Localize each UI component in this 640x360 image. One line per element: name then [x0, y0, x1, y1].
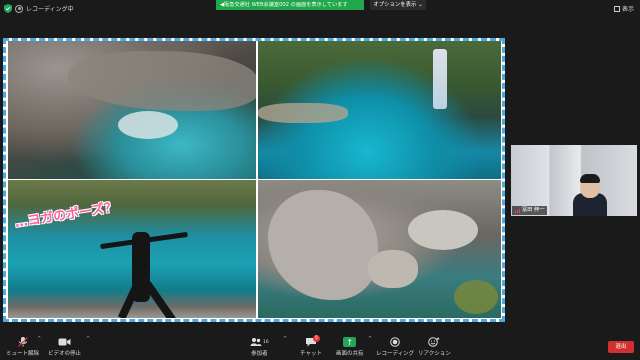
chat-label: チャット — [300, 351, 322, 357]
screen-share-banner: ◀︎阪急交通社 WEB会議室002 の画面を表示しています — [216, 0, 364, 10]
photo-yoga-pose: …ヨガのポーズ？ — [8, 180, 256, 318]
reactions-label: リアクション — [418, 351, 451, 357]
view-button[interactable]: 表示 — [613, 4, 634, 13]
unmute-button[interactable]: ミュート解除 — [6, 336, 39, 357]
shared-screen: …ヨガのポーズ？ — [3, 38, 505, 322]
participants-options-chevron-icon[interactable]: ^ — [283, 336, 287, 342]
recording-icon — [15, 4, 23, 13]
microphone-muted-icon — [17, 336, 29, 348]
share-screen-up-arrow-icon: ↑ — [343, 337, 357, 347]
view-options-button[interactable]: オプションを表示 ⌄ — [370, 0, 426, 10]
photo-cave-stream — [8, 41, 256, 179]
photo-waterfall-pool — [258, 41, 501, 179]
participant-name-tag: 冨田 伸一 — [512, 206, 548, 215]
share-options-chevron-icon[interactable]: ^ — [368, 336, 372, 342]
stop-video-label: ビデオの停止 — [48, 351, 82, 357]
participants-label: 参加者 — [251, 351, 268, 357]
recording-indicator: レコーディング中 — [4, 3, 74, 14]
unmute-label: ミュート解除 — [6, 351, 40, 357]
participant-video-tile[interactable]: 冨田 伸一 — [511, 145, 637, 216]
view-label: 表示 — [621, 6, 634, 13]
meeting-controls-bar: ミュート解除 ^ ビデオの停止 ^ 16 参加者 ^ 5 チャット ↑ 画面の共… — [0, 333, 640, 360]
record-icon — [390, 336, 400, 348]
stop-video-button[interactable]: ビデオの停止 — [48, 336, 81, 357]
grid-view-icon — [613, 5, 620, 12]
audio-options-chevron-icon[interactable]: ^ — [37, 336, 41, 342]
top-bar: レコーディング中 ◀︎阪急交通社 WEB会議室002 の画面を表示しています オ… — [0, 0, 640, 16]
participants-count: 16 — [263, 339, 269, 345]
participants-icon: 16 — [250, 336, 269, 348]
record-label: レコーディング — [376, 351, 415, 357]
recording-status-text: レコーディング中 — [26, 6, 74, 13]
video-camera-icon — [58, 336, 71, 348]
chat-unread-badge: 5 — [312, 335, 320, 342]
yoga-pose-caption: …ヨガのポーズ？ — [13, 199, 119, 231]
leave-meeting-button[interactable]: 退出 — [608, 341, 634, 353]
mic-muted-icon — [515, 208, 520, 213]
participants-button[interactable]: 16 参加者 — [250, 336, 269, 357]
reactions-button[interactable]: リアクション — [418, 336, 451, 357]
share-screen-button[interactable]: ↑ 画面の共有 — [336, 336, 364, 357]
participant-name: 冨田 伸一 — [522, 207, 545, 213]
record-button[interactable]: レコーディング — [376, 336, 414, 357]
security-shield-icon[interactable] — [4, 4, 12, 13]
chat-bubble-icon: 5 — [305, 335, 320, 348]
video-options-chevron-icon[interactable]: ^ — [86, 336, 90, 342]
photo-boulders-river — [258, 180, 501, 318]
chat-button[interactable]: 5 チャット — [300, 335, 322, 357]
smiley-plus-icon — [428, 336, 440, 348]
share-screen-label: 画面の共有 — [336, 351, 364, 357]
